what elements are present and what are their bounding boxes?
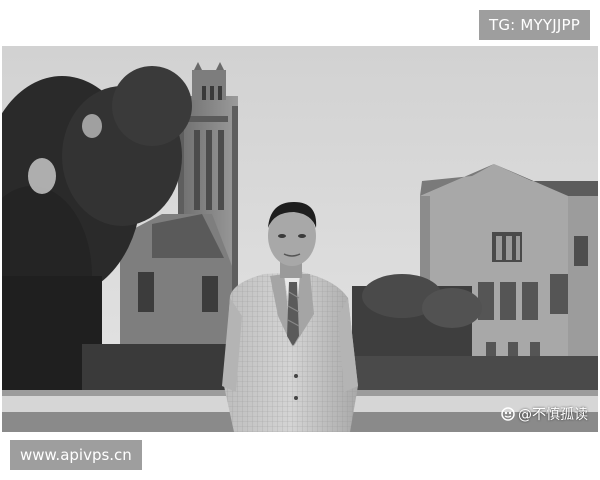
watermark-text: @不慎孤读: [518, 407, 588, 423]
left-building: [120, 214, 232, 366]
historical-photo: [2, 46, 598, 432]
bottom-overlay-tag: www.apivps.cn: [10, 440, 142, 470]
top-overlay-tag: TG: MYYJJPP: [478, 10, 590, 40]
platform-logo-icon: [501, 407, 515, 421]
watermark: @不慎孤读: [501, 404, 588, 424]
